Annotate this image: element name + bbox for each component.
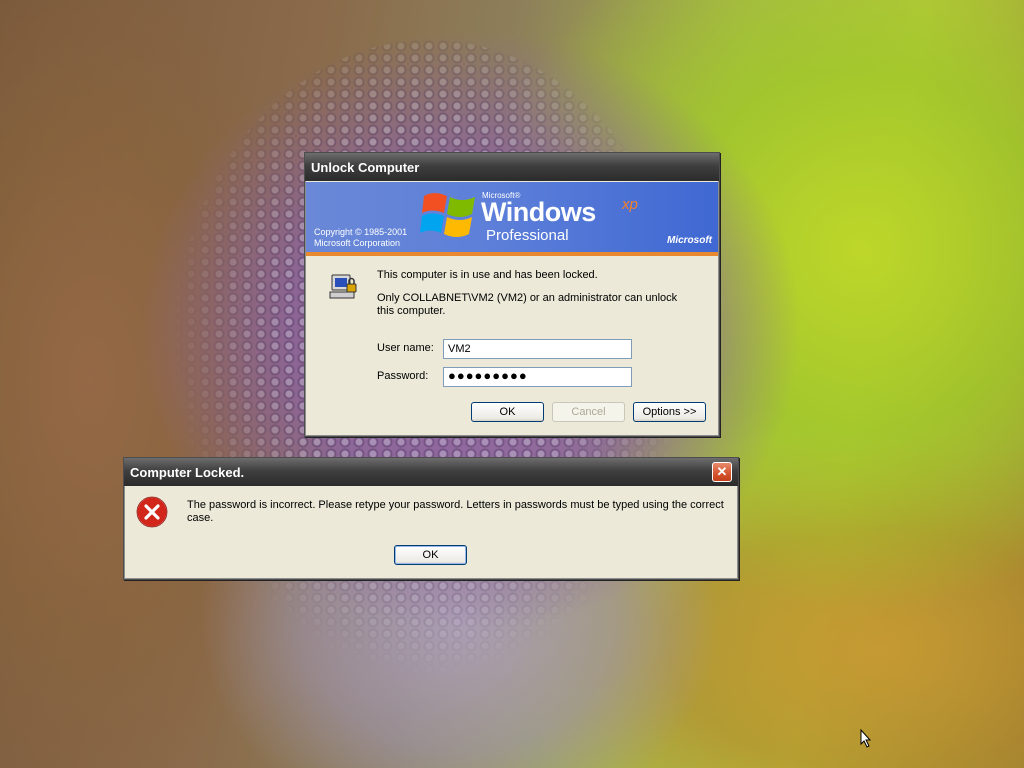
windows-flag-icon	[420, 193, 475, 237]
unlock-title: Unlock Computer	[311, 159, 420, 175]
unlock-computer-dialog: Unlock Computer Microsoft® Windows xp Pr…	[304, 152, 720, 437]
error-message: The password is incorrect. Please retype…	[187, 499, 724, 524]
username-label: User name:	[377, 342, 434, 354]
cursor-icon	[860, 729, 872, 748]
options-button[interactable]: Options >>	[633, 402, 706, 422]
password-input[interactable]: ●●●●●●●●●	[443, 367, 632, 387]
username-input[interactable]: VM2	[443, 339, 632, 359]
close-icon: ✕	[716, 464, 728, 479]
windows-wordmark: Windows	[481, 197, 596, 227]
copyright-text: Copyright © 1985-2001 Microsoft Corporat…	[314, 227, 407, 249]
microsoft-logo: Microsoft	[667, 235, 712, 246]
error-ok-button[interactable]: OK	[394, 545, 467, 565]
locked-computer-icon	[329, 274, 357, 299]
unlock-titlebar[interactable]: Unlock Computer	[305, 153, 719, 181]
unlock-permission-message: Only COLLABNET\VM2 (VM2) or an administr…	[377, 292, 678, 317]
locked-message: This computer is in use and has been loc…	[377, 269, 598, 281]
locked-titlebar[interactable]: Computer Locked. ✕	[124, 458, 738, 486]
error-icon	[136, 496, 168, 528]
unlock-ok-button[interactable]: OK	[471, 402, 544, 422]
windows-xp-banner: Microsoft® Windows xp Professional Copyr…	[306, 182, 718, 256]
locked-title: Computer Locked.	[130, 464, 245, 480]
unlock-cancel-button[interactable]: Cancel	[552, 402, 625, 422]
close-button[interactable]: ✕	[712, 462, 732, 482]
xp-wordmark: xp	[622, 196, 638, 213]
edition-text: Professional	[486, 227, 569, 244]
password-label: Password:	[377, 370, 429, 382]
copyright-line-1: Copyright © 1985-2001	[314, 227, 408, 237]
computer-locked-dialog: Computer Locked. ✕ The password is incor…	[123, 457, 739, 580]
copyright-line-2: Microsoft Corporation	[314, 238, 401, 248]
